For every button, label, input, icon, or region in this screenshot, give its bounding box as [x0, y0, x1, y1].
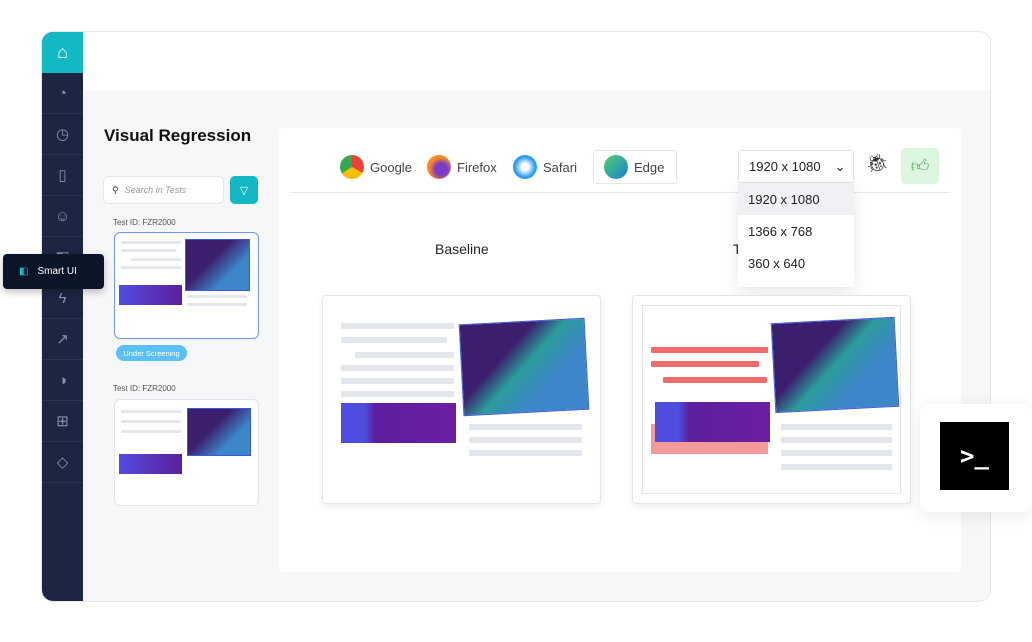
browser-tab-edge[interactable]: Edge — [593, 150, 677, 184]
browser-tab-safari[interactable]: Safari — [513, 150, 577, 184]
approve-button[interactable]: 👍︎ — [901, 148, 939, 184]
terminal-widget[interactable]: >_ — [920, 404, 1032, 512]
browser-label: Firefox — [457, 159, 497, 175]
test-id: Test ID: FZR2000 — [113, 218, 176, 227]
resolution-option[interactable]: 1920 x 1080 — [738, 183, 854, 215]
firefox-icon — [427, 155, 451, 179]
logo-icon[interactable]: ⌂ — [42, 32, 83, 73]
speedometer-icon[interactable]: ◔ — [42, 73, 83, 114]
toggle-icon[interactable]: ◑ — [42, 360, 83, 401]
filter-button[interactable]: ▽ — [230, 176, 258, 204]
search-placeholder: Search in Tests — [124, 185, 187, 195]
smart-ui-label: Smart UI — [37, 266, 77, 277]
resolution-value: 1920 x 1080 — [749, 159, 821, 174]
test-id: Test ID: FZR2000 — [113, 384, 176, 393]
terminal-icon: >_ — [940, 422, 1009, 490]
page-title: Visual Regression — [104, 126, 252, 145]
resolution-option[interactable]: 360 x 640 — [738, 247, 854, 279]
browser-label: Edge — [634, 159, 665, 175]
browser-label: Google — [370, 159, 412, 175]
resolution-select[interactable]: 1920 x 1080 ⌄ — [738, 150, 854, 183]
search-input[interactable]: ⚲ Search in Tests — [103, 176, 224, 204]
resolution-option[interactable]: 1366 x 768 — [738, 215, 854, 247]
mobile-icon[interactable]: ▯ — [42, 155, 83, 196]
test-screenshot — [632, 295, 911, 504]
baseline-label: Baseline — [435, 241, 489, 257]
robot-icon[interactable]: ☺ — [42, 196, 83, 237]
test-thumbnail[interactable] — [114, 399, 259, 506]
browser-tab-firefox[interactable]: Firefox — [427, 150, 497, 184]
sidebar: ⌂ ◔ ◷ ▯ ☺ ◧ ϟ ↗ ◑ ⊞ ◇ — [42, 32, 83, 601]
thumbs-up-icon: 👍︎ — [910, 156, 930, 176]
analytics-icon[interactable]: ↗ — [42, 319, 83, 360]
plus-icon[interactable]: ⊞ — [42, 401, 83, 442]
status-badge: Under Screening — [116, 345, 187, 361]
bug-icon[interactable]: 🐞︎ — [866, 153, 889, 174]
smart-ui-tooltip[interactable]: ◧ Smart UI — [3, 254, 104, 289]
test-thumbnail[interactable] — [114, 232, 259, 339]
browser-tab-google[interactable]: Google — [340, 150, 412, 184]
chevron-down-icon: ⌄ — [834, 158, 846, 174]
search-icon: ⚲ — [112, 184, 119, 195]
filter-icon: ▽ — [239, 184, 249, 197]
resolution-dropdown: 1920 x 1080 1366 x 768 360 x 640 — [738, 183, 854, 287]
baseline-screenshot — [322, 295, 601, 504]
edge-icon — [604, 155, 628, 179]
smart-ui-icon: ◧ — [19, 266, 29, 277]
shapes-icon[interactable]: ◇ — [42, 442, 83, 483]
safari-icon — [513, 155, 537, 179]
chrome-icon — [340, 155, 364, 179]
clock-icon[interactable]: ◷ — [42, 114, 83, 155]
browser-label: Safari — [543, 159, 577, 175]
